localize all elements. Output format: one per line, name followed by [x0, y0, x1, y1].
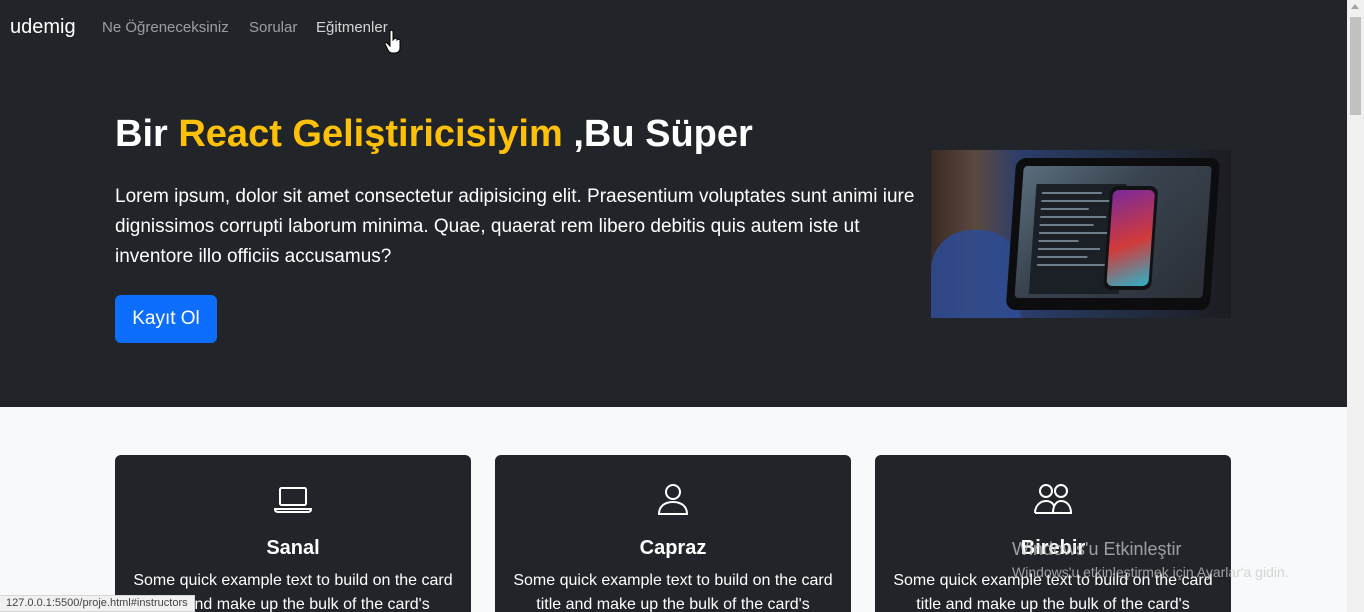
people-icon — [1034, 484, 1073, 514]
scroll-up-arrow-icon[interactable] — [1351, 4, 1359, 9]
hero-description: Lorem ipsum, dolor sit amet consectetur … — [115, 186, 915, 267]
feature-card-title: Sanal — [266, 537, 320, 559]
hero-image — [931, 150, 1231, 318]
feature-card-text: Some quick example text to build on the … — [513, 572, 833, 612]
hero-image-laptop — [1005, 158, 1221, 310]
nav-link-instructors[interactable]: Eğitmenler — [316, 19, 388, 36]
code-line — [1038, 240, 1079, 242]
feature-card-title: Birebir — [1020, 537, 1086, 559]
feature-card-cross: Capraz Some quick example text to build … — [495, 455, 851, 612]
register-button[interactable]: Kayıt Ol — [115, 295, 217, 343]
hero-section: Bir React Geliştiricisiyim ,Bu Süper Lor… — [0, 62, 1347, 407]
feature-card-title: Capraz — [639, 537, 707, 559]
navbar: udemig Ne Öğreneceksiniz Sorular Eğitmen… — [0, 0, 1347, 62]
nav-link-learn[interactable]: Ne Öğreneceksiniz — [102, 19, 229, 36]
hero-title: Bir React Geliştiricisiyim ,Bu Süper — [115, 113, 753, 156]
hero-image-phone — [1103, 186, 1159, 290]
code-line — [1039, 224, 1094, 226]
scrollbar-thumb[interactable] — [1350, 17, 1361, 115]
code-line — [1040, 216, 1107, 218]
feature-card-virtual: Sanal Some quick example text to build o… — [115, 455, 471, 612]
hand-cursor-icon — [385, 30, 401, 54]
hero-title-end: ,Bu Süper — [562, 113, 753, 155]
brand-link[interactable]: udemig — [10, 16, 76, 39]
laptop-icon — [273, 487, 313, 513]
feature-card-text: Some quick example text to build on the … — [893, 572, 1213, 612]
code-line — [1037, 256, 1088, 258]
hero-title-accent: React Geliştiricisiyim — [178, 113, 563, 155]
code-line — [1041, 200, 1114, 202]
nav-link-questions[interactable]: Sorular — [249, 19, 297, 36]
status-bar-url: 127.0.0.1:5500/proje.html#instructors — [0, 595, 195, 612]
code-line — [1040, 208, 1089, 210]
vertical-scrollbar[interactable] — [1347, 0, 1364, 612]
features-section: Sanal Some quick example text to build o… — [0, 407, 1347, 612]
hero-image-screen — [1014, 166, 1212, 298]
hero-title-start: Bir — [115, 113, 179, 155]
code-line — [1039, 232, 1110, 234]
code-line — [1041, 192, 1102, 194]
hero-image-phone-screen — [1106, 190, 1156, 286]
code-line — [1037, 248, 1101, 250]
feature-card-one-on-one: Birebir Some quick example text to build… — [875, 455, 1231, 612]
person-icon — [657, 484, 689, 515]
code-line — [1036, 264, 1105, 266]
